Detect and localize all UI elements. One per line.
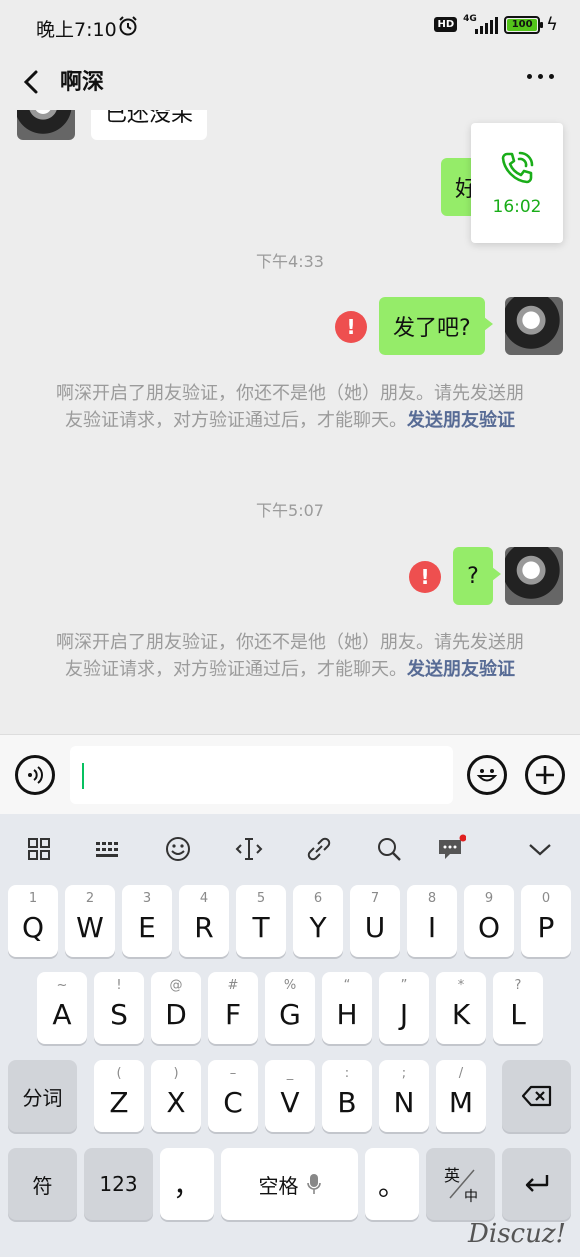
emoticon-icon[interactable]	[163, 834, 193, 864]
key-v[interactable]: _ V	[265, 1060, 315, 1132]
key-c[interactable]: – C	[208, 1060, 258, 1132]
chat-bubble-icon[interactable]	[436, 834, 466, 864]
send-failed-icon[interactable]: !	[335, 311, 367, 343]
backspace-key[interactable]	[502, 1060, 571, 1132]
signal-icon: 4G	[463, 14, 499, 34]
comma-key[interactable]: ，	[160, 1148, 214, 1220]
key-u[interactable]: 7U	[350, 885, 400, 957]
emoji-button[interactable]	[467, 755, 507, 795]
key-m[interactable]: / M	[436, 1060, 486, 1132]
phone-call-icon	[501, 151, 534, 184]
key-t[interactable]: 5T	[236, 885, 286, 957]
collapse-keyboard-icon[interactable]	[525, 834, 555, 864]
numbers-key[interactable]: 123	[84, 1148, 153, 1220]
send-verification-link[interactable]: 发送朋友验证	[407, 659, 515, 680]
message-timestamp: 下午4:33	[256, 252, 324, 271]
key-l[interactable]: ? L	[493, 972, 543, 1044]
chat-area[interactable]: 已还没呆 好 16:02 下午4:33 ! 发了吧? 啊深开启了朋友验证，你还不…	[0, 110, 580, 734]
enter-icon	[525, 1175, 548, 1192]
search-icon[interactable]	[374, 834, 404, 864]
sent-message-bubble[interactable]: 发了吧?	[379, 297, 493, 355]
key-h[interactable]: “H	[322, 972, 372, 1044]
friend-verification-notice: 啊深开启了朋友验证，你还不是他（她）朋友。请先发送朋友验证请求，对方验证通过后，…	[56, 632, 524, 680]
segment-key[interactable]: 分词	[8, 1060, 77, 1132]
key-p[interactable]: 0P	[521, 885, 571, 957]
key-g[interactable]: % G	[265, 972, 315, 1044]
backspace-icon	[521, 1085, 551, 1107]
call-duration: 16:02	[492, 197, 542, 217]
soft-keyboard: 1Q 2W 3E 4R 5T 6Y 7U 8I 9O 0P ~ A ! S @ D #…	[0, 814, 580, 1257]
key-k[interactable]: * K	[436, 972, 486, 1044]
chat-title: 啊深	[60, 70, 105, 95]
charging-icon: ϟ	[546, 14, 558, 35]
key-j[interactable]: ” J	[379, 972, 429, 1044]
keyboard-layout-icon[interactable]	[93, 834, 123, 864]
key-d[interactable]: @ D	[151, 972, 201, 1044]
key-w[interactable]: 2W	[65, 885, 115, 957]
status-time: 晚上7:10	[36, 19, 117, 41]
key-q[interactable]: 1Q	[8, 885, 58, 957]
friend-verification-notice: 啊深开启了朋友验证，你还不是他（她）朋友。请先发送朋友验证请求，对方验证通过后，…	[56, 383, 524, 431]
key-y[interactable]: 6Y	[293, 885, 343, 957]
input-bar	[0, 734, 580, 814]
key-e[interactable]: 3E	[122, 885, 172, 957]
message-input[interactable]	[70, 746, 453, 804]
microphone-icon	[306, 1174, 321, 1194]
emoji-icon	[476, 769, 498, 782]
key-x[interactable]: ) X	[151, 1060, 201, 1132]
grid-menu-icon[interactable]	[24, 834, 54, 864]
enter-key[interactable]	[502, 1148, 571, 1220]
more-options-icon[interactable]	[527, 74, 554, 79]
key-r[interactable]: 4R	[179, 885, 229, 957]
key-i[interactable]: 8I	[407, 885, 457, 957]
contact-avatar[interactable]	[17, 110, 75, 140]
clipboard-link-icon[interactable]	[304, 834, 334, 864]
key-z[interactable]: (Z	[94, 1060, 144, 1132]
voice-icon	[28, 766, 43, 784]
status-bar: 晚上7:10 HD 4G 100 ϟ	[0, 0, 580, 54]
received-message-bubble[interactable]: 已还没呆	[91, 110, 208, 140]
key-n[interactable]: ; N	[379, 1060, 429, 1132]
send-verification-link[interactable]: 发送朋友验证	[407, 410, 515, 431]
chat-header: 啊深	[0, 54, 580, 110]
key-b[interactable]: :B	[322, 1060, 372, 1132]
key-s[interactable]: ! S	[94, 972, 144, 1044]
language-switch-key[interactable]: 英 中	[426, 1148, 495, 1220]
space-key[interactable]: 空格	[221, 1148, 358, 1220]
key-o[interactable]: 9O	[464, 885, 514, 957]
key-f[interactable]: # F	[208, 972, 258, 1044]
keyboard-toolbar	[0, 814, 580, 884]
cursor-move-icon[interactable]	[234, 834, 264, 864]
hd-badge: HD	[434, 17, 458, 32]
my-avatar[interactable]	[505, 297, 563, 355]
send-failed-icon[interactable]: !	[409, 561, 441, 593]
alarm-icon	[119, 16, 137, 36]
more-functions-button[interactable]	[525, 755, 565, 795]
voice-call-float[interactable]: 16:02	[471, 123, 563, 243]
symbols-key[interactable]: 符	[8, 1148, 77, 1220]
watermark: Discuz!	[468, 1219, 566, 1249]
sent-message-bubble[interactable]: ?	[453, 547, 501, 605]
plus-icon	[536, 766, 554, 784]
battery-icon: 100	[504, 15, 544, 34]
text-cursor	[82, 763, 84, 789]
message-timestamp: 下午5:07	[256, 501, 324, 520]
back-arrow-icon[interactable]	[18, 64, 44, 100]
voice-input-button[interactable]	[15, 755, 55, 795]
period-key[interactable]: 。	[365, 1148, 419, 1220]
my-avatar[interactable]	[505, 547, 563, 605]
key-a[interactable]: ~ A	[37, 972, 87, 1044]
